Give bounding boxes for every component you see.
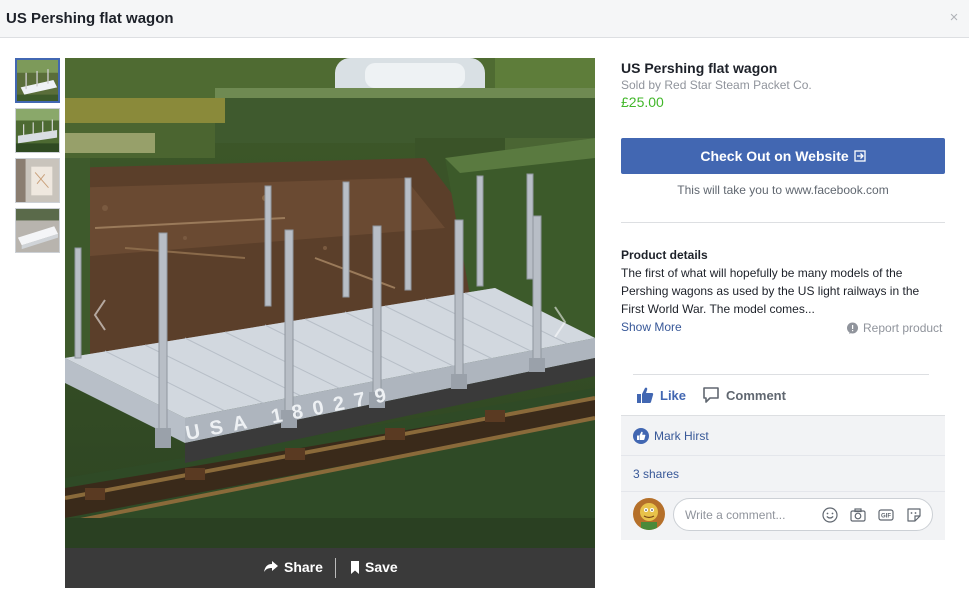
report-product-link[interactable]: Report product xyxy=(846,321,942,335)
like-badge-icon xyxy=(633,428,649,444)
liker-row[interactable]: Mark Hirst xyxy=(633,428,709,444)
chevron-right-icon[interactable] xyxy=(550,302,570,342)
product-title: US Pershing flat wagon xyxy=(621,60,778,76)
thumbnail-1[interactable] xyxy=(15,58,60,103)
shares-count[interactable]: 3 shares xyxy=(633,467,679,481)
bookmark-icon xyxy=(351,560,359,574)
comment-input[interactable] xyxy=(685,508,805,522)
external-link-icon xyxy=(854,150,866,162)
thumbnail-4[interactable] xyxy=(15,208,60,253)
divider xyxy=(633,374,929,375)
close-icon[interactable]: × xyxy=(947,10,961,26)
seller-text: Sold by Red Star Steam Packet Co. xyxy=(621,78,812,92)
dialog-header: US Pershing flat wagon × xyxy=(0,0,969,38)
thumbnail-3[interactable] xyxy=(15,158,60,203)
thumbs-up-icon xyxy=(637,387,654,403)
checkout-label: Check Out on Website xyxy=(700,148,849,164)
product-photo: USA 180279 xyxy=(65,58,595,548)
show-more-link[interactable]: Show More xyxy=(621,320,682,334)
avatar[interactable] xyxy=(633,498,665,530)
save-label: Save xyxy=(365,559,398,575)
smiley-icon[interactable] xyxy=(822,507,838,523)
social-panel: Mark Hirst 3 shares G xyxy=(621,415,945,540)
share-arrow-icon xyxy=(264,561,278,572)
camera-icon[interactable] xyxy=(850,507,866,523)
comment-label: Comment xyxy=(726,387,786,403)
divider xyxy=(621,491,945,492)
gif-label: GIF xyxy=(881,514,891,520)
checkout-note: This will take you to www.facebook.com xyxy=(677,183,889,197)
divider xyxy=(621,455,945,456)
comment-bubble-icon xyxy=(703,387,719,403)
like-label: Like xyxy=(660,387,687,403)
sticker-icon[interactable] xyxy=(906,507,922,523)
report-icon xyxy=(847,322,858,334)
chevron-left-icon[interactable] xyxy=(90,295,110,335)
dialog-title: US Pershing flat wagon xyxy=(6,10,174,27)
action-divider xyxy=(335,558,336,578)
share-label: Share xyxy=(284,559,323,575)
product-price: £25.00 xyxy=(621,94,664,110)
details-heading: Product details xyxy=(621,248,708,262)
save-button[interactable]: Save xyxy=(350,559,398,575)
comment-box: GIF xyxy=(673,498,933,531)
checkout-button[interactable]: Check Out on Website xyxy=(621,138,945,174)
thumbnail-2[interactable] xyxy=(15,108,60,153)
share-button[interactable]: Share xyxy=(263,559,323,575)
comment-button[interactable]: Comment xyxy=(702,386,786,404)
like-button[interactable]: Like xyxy=(636,386,686,404)
image-action-bar: Share Save xyxy=(65,548,595,588)
divider xyxy=(621,222,945,223)
gif-icon[interactable]: GIF xyxy=(878,507,894,523)
report-label: Report product xyxy=(863,321,943,335)
thumbnail-strip xyxy=(15,58,61,258)
liker-name: Mark Hirst xyxy=(654,429,709,443)
details-text: The first of what will hopefully be many… xyxy=(621,266,920,316)
